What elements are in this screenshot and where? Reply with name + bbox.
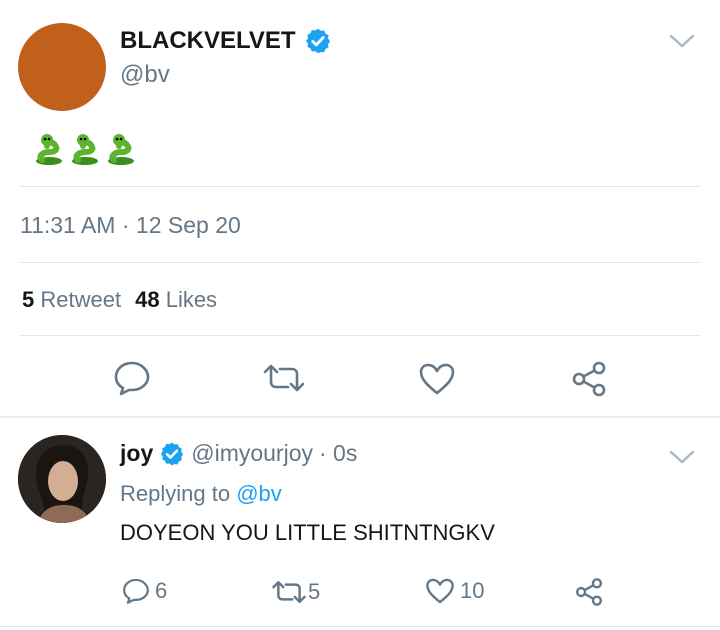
retweet-count: 5 <box>308 579 321 604</box>
section-separator <box>0 416 720 418</box>
retweet-count: 5 <box>22 287 35 312</box>
like-count: 48 <box>135 287 160 312</box>
reply-time[interactable]: · 0s <box>319 440 357 467</box>
heart-icon[interactable] <box>418 362 456 396</box>
display-name[interactable]: BLACKVELVET <box>120 27 296 55</box>
bottom-divider <box>0 626 720 627</box>
reply-count: 6 <box>155 578 168 603</box>
likes-stat[interactable]: 48 Likes <box>135 287 217 313</box>
reply-icon[interactable] <box>113 360 151 396</box>
handle[interactable]: @bv <box>120 61 170 89</box>
chevron-down-icon[interactable] <box>668 32 696 52</box>
replying-to-link[interactable]: @bv <box>236 481 282 506</box>
like-count: 10 <box>460 578 485 603</box>
share-icon[interactable] <box>570 360 608 398</box>
reply-icon[interactable] <box>122 577 150 605</box>
retweet-icon[interactable] <box>271 580 307 604</box>
divider <box>20 335 700 336</box>
reply-action[interactable]: 6 <box>122 577 167 605</box>
handle[interactable]: @imyourjoy <box>191 440 313 467</box>
replying-prefix: Replying to <box>120 481 231 506</box>
divider <box>20 262 700 263</box>
heart-icon[interactable] <box>425 577 455 605</box>
engagement-stats: 5 Retweet 48 Likes <box>22 287 217 313</box>
reply-author[interactable]: joy @imyourjoy · 0s <box>120 440 357 467</box>
retweet-label: Retweet <box>40 287 122 312</box>
timestamp[interactable]: 11:31 AM · 12 Sep 20 <box>20 212 241 239</box>
verified-badge-icon <box>159 441 185 467</box>
tweet-text <box>34 132 136 166</box>
avatar[interactable] <box>18 23 106 111</box>
retweet-icon[interactable] <box>262 364 306 392</box>
like-action[interactable]: 10 <box>425 577 484 605</box>
divider <box>20 186 700 187</box>
avatar[interactable] <box>18 435 106 523</box>
snake-icon <box>106 132 136 166</box>
like-label: Likes <box>165 287 218 312</box>
chevron-down-icon[interactable] <box>668 448 696 468</box>
display-name[interactable]: joy <box>120 440 153 467</box>
snake-icon <box>34 132 64 166</box>
retweet-stat[interactable]: 5 Retweet <box>22 287 121 313</box>
tweet-author[interactable]: BLACKVELVET <box>120 27 332 55</box>
retweet-action[interactable]: 5 <box>271 579 320 605</box>
verified-badge-icon <box>304 27 332 55</box>
snake-icon <box>70 132 100 166</box>
share-icon[interactable] <box>574 577 604 607</box>
reply-text: DOYEON YOU LITTLE SHITNTNGKV <box>120 520 495 545</box>
replying-to: Replying to @bv <box>120 481 282 507</box>
